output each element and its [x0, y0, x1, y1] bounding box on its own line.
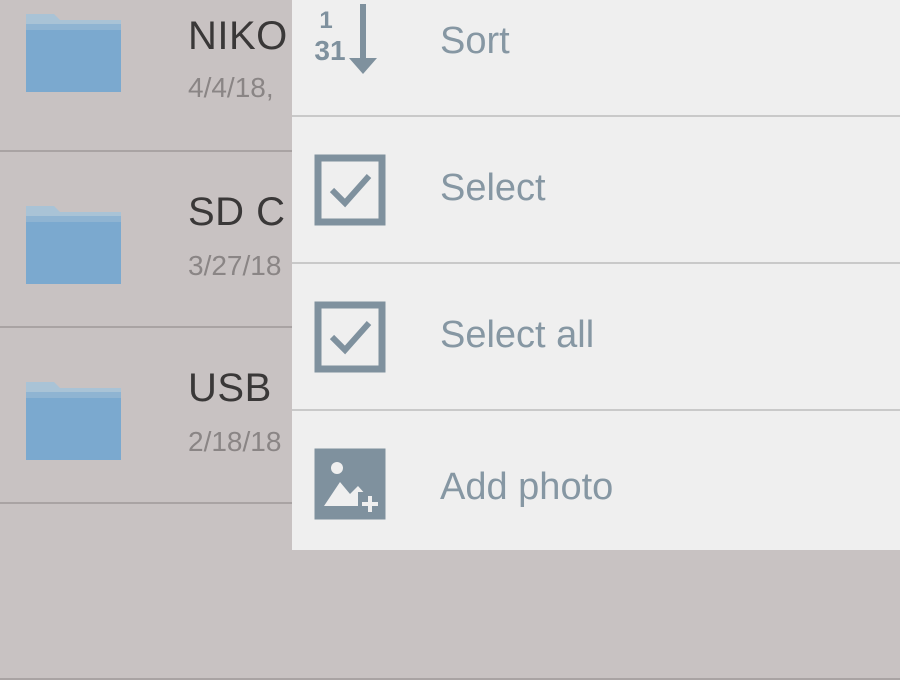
- menu-label: Sort: [440, 20, 510, 62]
- file-name: SD C: [188, 190, 286, 234]
- file-date: 4/4/18,: [188, 72, 274, 103]
- file-name: NIKO: [188, 14, 288, 58]
- menu-label: Add photo: [440, 466, 614, 508]
- folder-icon: [26, 382, 121, 460]
- checkbox-icon: [314, 301, 386, 373]
- sort-icon-bottom-text: 31: [314, 35, 345, 66]
- menu-label: Select all: [440, 314, 595, 356]
- action-menu: 1 31 Sort Select Select all Add photo: [292, 0, 900, 550]
- sort-icon: 1 31: [314, 4, 377, 74]
- menu-item-select-all[interactable]: Select all: [292, 264, 900, 411]
- folder-icon: [26, 206, 121, 284]
- menu-label: Select: [440, 167, 546, 209]
- menu-item-select[interactable]: Select: [292, 117, 900, 264]
- add-photo-icon: [314, 448, 386, 520]
- folder-icon: [26, 14, 121, 92]
- file-date: 3/27/18: [188, 250, 282, 281]
- file-name: USB: [188, 366, 272, 410]
- menu-item-add-photo[interactable]: Add photo: [292, 411, 900, 551]
- menu-item-sort[interactable]: 1 31 Sort: [292, 0, 900, 117]
- file-date: 2/18/18: [188, 426, 282, 457]
- sort-icon-top-text: 1: [319, 7, 332, 34]
- checkbox-icon: [314, 154, 386, 226]
